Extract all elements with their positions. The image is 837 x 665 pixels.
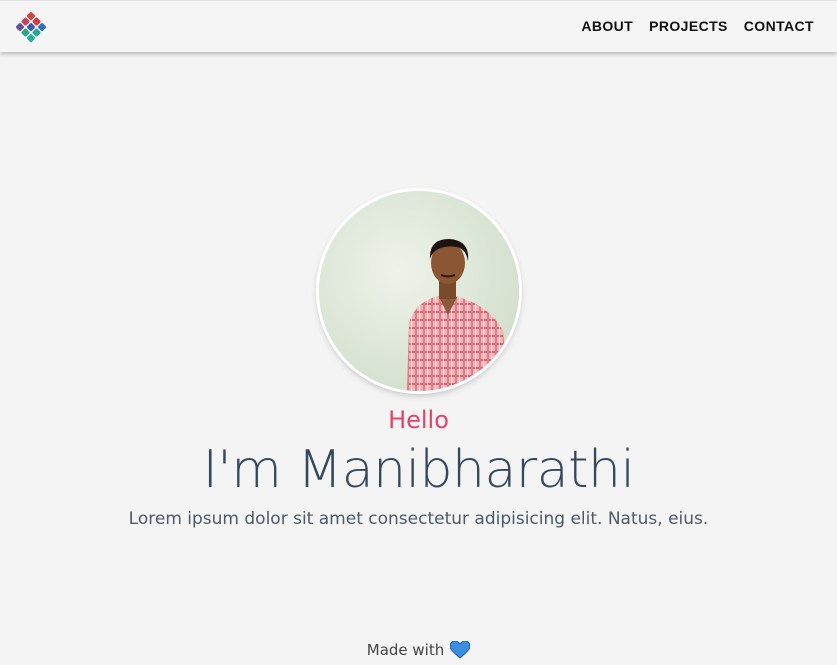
nav-links: ABOUT PROJECTS CONTACT bbox=[581, 18, 814, 34]
diamond-grid-logo-icon[interactable] bbox=[14, 10, 48, 44]
hero-section: Hello I'm Manibharathi Lorem ipsum dolor… bbox=[0, 52, 837, 665]
nav-link-about[interactable]: ABOUT bbox=[581, 18, 633, 34]
footer-made-with: Made with bbox=[366, 641, 445, 659]
hero-name: I'm Manibharathi bbox=[202, 440, 635, 500]
profile-avatar bbox=[319, 191, 519, 391]
hero-tagline: Lorem ipsum dolor sit amet consectetur a… bbox=[128, 509, 709, 529]
nav-link-contact[interactable]: CONTACT bbox=[744, 18, 814, 34]
footer: Made with bbox=[0, 640, 837, 659]
top-navbar: ABOUT PROJECTS CONTACT bbox=[0, 0, 837, 52]
hero-greeting: Hello bbox=[388, 406, 449, 434]
nav-link-projects[interactable]: PROJECTS bbox=[649, 18, 728, 34]
heart-icon bbox=[449, 640, 471, 659]
